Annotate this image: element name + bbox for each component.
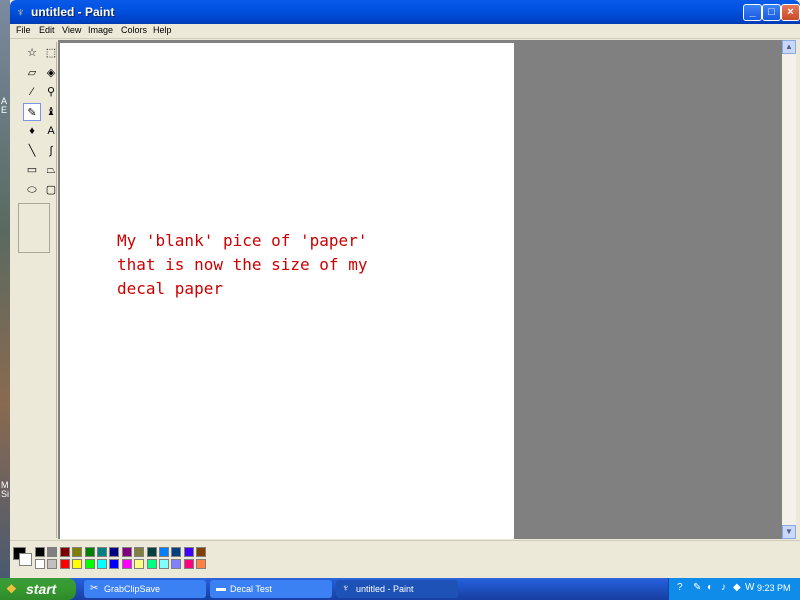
paint-window: ♆ untitled - Paint _ □ × File Edit View … [10, 0, 800, 579]
color-swatch[interactable] [134, 547, 145, 557]
color-swatch[interactable] [109, 547, 120, 557]
menu-edit[interactable]: Edit [39, 25, 55, 35]
free-select-icon[interactable]: ☆ [23, 44, 41, 62]
color-swatch[interactable] [146, 547, 157, 557]
eraser-icon[interactable]: ▱ [23, 64, 41, 82]
taskbar-button-label: Decal Test [230, 584, 272, 594]
taskbar-button-paint[interactable]: ♆ untitled - Paint [336, 580, 458, 598]
color-picker-icon[interactable]: ⁄ [23, 83, 41, 101]
color-swatch[interactable] [59, 559, 70, 569]
scroll-up-button[interactable]: ▲ [782, 40, 796, 54]
color-swatch[interactable] [72, 559, 83, 569]
current-colors-indicator[interactable] [13, 547, 35, 569]
canvas-text-line: decal paper [117, 279, 223, 298]
color-swatch[interactable] [72, 547, 83, 557]
color-swatch[interactable] [159, 559, 169, 569]
color-swatch[interactable] [171, 547, 182, 557]
menu-view[interactable]: View [62, 25, 81, 35]
color-swatch[interactable] [47, 559, 58, 569]
canvas-text-line: that is now the size of my [117, 255, 368, 274]
system-tray: ? ✎ ◐ ♪ ◆ W 9:23 PM [668, 578, 800, 600]
color-swatch[interactable] [84, 547, 95, 557]
color-swatch[interactable] [84, 559, 95, 569]
winamp-icon[interactable]: W [745, 582, 754, 593]
desktop-icon-label[interactable]: E [1, 105, 7, 115]
color-swatch[interactable] [196, 559, 207, 569]
line-tool-icon[interactable]: ╲ [23, 142, 41, 160]
canvas-workspace: My 'blank' pice of 'paper' that is now t… [58, 40, 782, 539]
taskbar-button-decal-test[interactable]: ▬ Decal Test [210, 580, 332, 598]
vertical-scrollbar[interactable]: ▲ ▼ [782, 40, 796, 539]
color-palette [10, 540, 800, 579]
taskbar-button-label: GrabClipSave [104, 584, 161, 594]
color-swatch[interactable] [196, 547, 207, 557]
color-swatch[interactable] [59, 547, 70, 557]
tool-options-panel[interactable] [18, 203, 50, 253]
menu-bar: File Edit View Image Colors Help [10, 24, 800, 39]
canvas-text: My 'blank' pice of 'paper' that is now t… [117, 229, 367, 301]
desktop-icon-label[interactable]: Si [1, 489, 9, 499]
folder-icon: ▬ [216, 583, 226, 594]
taskbar: ❖ start ✂ GrabClipSave ▬ Decal Test ♆ un… [0, 578, 800, 600]
color-swatch[interactable] [109, 559, 120, 569]
maximize-button[interactable]: □ [762, 4, 781, 21]
taskbar-button-grabclipsave[interactable]: ✂ GrabClipSave [84, 580, 206, 598]
minimize-button[interactable]: _ [743, 4, 762, 21]
taskbar-button-label: untitled - Paint [356, 584, 414, 594]
color-swatch[interactable] [171, 559, 182, 569]
title-bar[interactable]: ♆ untitled - Paint _ □ × [10, 0, 800, 24]
canvas-text-line: My 'blank' pice of 'paper' [117, 231, 368, 250]
network-icon[interactable]: ◐ [707, 582, 713, 593]
color-swatch[interactable] [183, 559, 194, 569]
color-swatch[interactable] [97, 547, 107, 557]
color-swatch[interactable] [121, 559, 132, 569]
menu-help[interactable]: Help [153, 25, 172, 35]
clock: 9:23 PM [757, 583, 791, 593]
color-swatch[interactable] [183, 547, 194, 557]
grabclipsave-icon: ✂ [90, 583, 99, 594]
pencil-icon[interactable]: ✎ [23, 102, 41, 121]
color-swatch[interactable] [97, 559, 107, 569]
airbrush-icon[interactable]: ♦ [23, 122, 41, 140]
volume-icon[interactable]: ♪ [721, 582, 726, 593]
color-swatch[interactable] [121, 547, 132, 557]
menu-colors[interactable]: Colors [121, 25, 147, 35]
paint-icon: ♆ [342, 583, 350, 594]
background-color [19, 553, 32, 566]
menu-file[interactable]: File [16, 25, 31, 35]
color-swatch[interactable] [159, 547, 169, 557]
paint-app-icon[interactable]: ♆ [16, 5, 25, 19]
scroll-down-button[interactable]: ▼ [782, 525, 796, 539]
menu-image[interactable]: Image [88, 25, 113, 35]
color-swatch[interactable] [35, 559, 45, 569]
drawing-canvas[interactable]: My 'blank' pice of 'paper' that is now t… [60, 43, 514, 539]
rectangle-tool-icon[interactable]: ▭ [23, 161, 41, 179]
antivirus-icon[interactable]: ◆ [733, 582, 741, 593]
toolbox: ☆ ⬚ ▱ ◈ ⁄ ⚲ ✎ ♝ ♦ A ╲ ∫ ▭ ⏢ ⬭ ▢ [14, 42, 57, 538]
close-button[interactable]: × [781, 4, 800, 21]
help-icon[interactable]: ? [677, 582, 683, 593]
color-swatch[interactable] [146, 559, 157, 569]
start-label: start [26, 581, 57, 597]
windows-logo-icon: ❖ [6, 582, 17, 596]
pen-icon[interactable]: ✎ [693, 582, 701, 593]
color-swatch[interactable] [47, 547, 58, 557]
color-swatch[interactable] [134, 559, 145, 569]
start-button[interactable]: ❖ start [0, 578, 76, 600]
ellipse-tool-icon[interactable]: ⬭ [23, 181, 41, 199]
color-swatch[interactable] [35, 547, 45, 557]
window-title: untitled - Paint [31, 5, 115, 19]
